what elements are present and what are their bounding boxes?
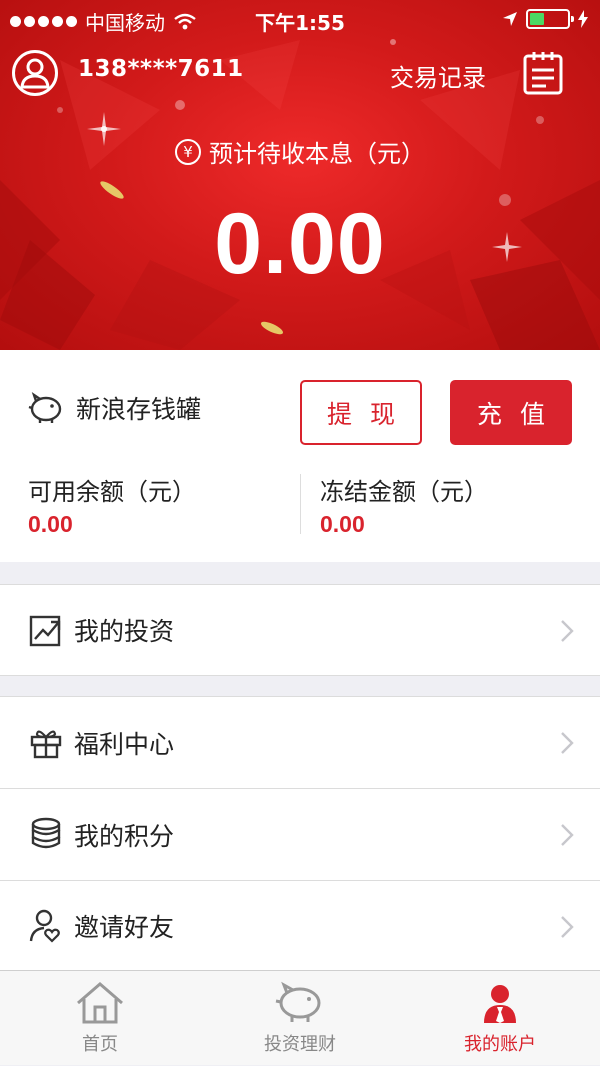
gift-icon xyxy=(30,730,62,759)
user-avatar-icon[interactable] xyxy=(12,50,58,96)
piggy-bank-name: 新浪存钱罐 xyxy=(76,395,202,424)
chevron-right-icon xyxy=(561,824,574,846)
tab-home[interactable]: 首页 xyxy=(0,971,200,1066)
yen-icon: ¥ xyxy=(175,138,201,165)
menu-label-investments: 我的投资 xyxy=(74,617,175,646)
menu-item-invite[interactable]: 邀请好友 xyxy=(0,881,600,970)
frozen-balance-value: 0.00 xyxy=(320,511,365,537)
home-icon xyxy=(77,982,123,1024)
invite-friend-icon xyxy=(29,909,60,943)
battery-icon xyxy=(526,9,574,29)
transaction-records-link[interactable]: 交易记录 xyxy=(390,58,486,93)
expected-income-amount: 0.00 xyxy=(214,196,386,292)
piggy-bank-icon xyxy=(28,392,62,423)
balance-divider xyxy=(300,474,301,534)
charging-bolt-icon xyxy=(578,10,588,28)
piggy-bank-card: 新浪存钱罐 提现 充值 可用余额（元） 0.00 冻结金额（元） 0.00 xyxy=(0,350,600,562)
menu-label-benefits: 福利中心 xyxy=(74,729,175,759)
status-bar: 中国移动 下午1:55 xyxy=(0,0,600,40)
header-background-pattern xyxy=(0,39,600,350)
recharge-button[interactable]: 充值 xyxy=(450,380,572,445)
tab-invest[interactable]: 投资理财 xyxy=(200,971,400,1066)
user-phone: 138****7611 xyxy=(78,56,244,82)
tab-home-label: 首页 xyxy=(82,1034,118,1055)
user-account-icon xyxy=(484,985,516,1023)
chevron-right-icon xyxy=(561,916,574,938)
available-balance-label: 可用余额（元） xyxy=(28,478,196,506)
available-balance: 可用余额（元） 0.00 xyxy=(28,472,196,538)
menu-item-investments[interactable]: 我的投资 xyxy=(0,584,600,676)
available-balance-value: 0.00 xyxy=(28,511,73,537)
frozen-balance-label: 冻结金额（元） xyxy=(320,478,488,506)
piggy-bank-title: 新浪存钱罐 xyxy=(28,390,201,426)
piggy-bank-icon xyxy=(275,981,321,1022)
location-arrow-icon xyxy=(503,12,517,26)
tab-account[interactable]: 我的账户 xyxy=(400,971,600,1066)
menu-item-benefits[interactable]: 福利中心 xyxy=(0,696,600,788)
menu-label-points: 我的积分 xyxy=(74,822,175,851)
chevron-right-icon xyxy=(561,732,574,754)
menu-label-invite: 邀请好友 xyxy=(74,912,175,942)
notes-icon[interactable] xyxy=(522,50,564,96)
bottom-tab-bar: 首页 投资理财 我的账户 xyxy=(0,970,600,1065)
tab-invest-label: 投资理财 xyxy=(264,1034,336,1055)
expected-income-label: 预计待收本息（元） xyxy=(209,140,425,168)
account-header: 中国移动 下午1:55 138****7611 交易记录 ¥ 预计待收本息（元）… xyxy=(0,0,600,350)
chevron-right-icon xyxy=(561,620,574,642)
coins-stack-icon xyxy=(31,817,61,849)
tab-account-label: 我的账户 xyxy=(464,1034,536,1055)
expected-income-title: ¥ 预计待收本息（元） xyxy=(0,134,600,169)
trend-chart-icon xyxy=(29,615,61,647)
withdraw-button[interactable]: 提现 xyxy=(300,380,422,445)
menu-item-points[interactable]: 我的积分 xyxy=(0,789,600,881)
frozen-balance: 冻结金额（元） 0.00 xyxy=(320,472,488,538)
